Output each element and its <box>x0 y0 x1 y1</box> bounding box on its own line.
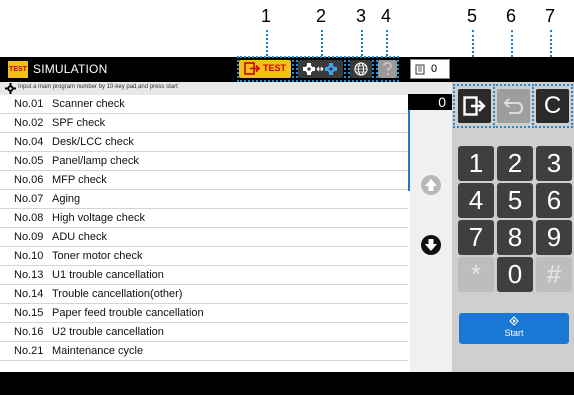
start-label: Start <box>504 328 524 338</box>
callout-box-7 <box>532 84 573 128</box>
settings-gear-icon <box>5 83 16 94</box>
callout-1: 1 <box>261 6 272 26</box>
program-name: Scanner check <box>52 98 125 110</box>
program-number: No.15 <box>14 307 44 319</box>
callout-line-2 <box>321 30 323 56</box>
list-item[interactable]: No.15 Paper feed trouble cancellation <box>0 304 408 323</box>
program-number: No.05 <box>14 155 44 167</box>
program-number: No.21 <box>14 345 44 357</box>
program-name: Maintenance cycle <box>52 345 144 357</box>
scroll-down-icon[interactable] <box>420 234 442 256</box>
callout-5: 5 <box>467 6 478 26</box>
counter-value: 0 <box>431 63 438 75</box>
counter-icon <box>415 64 425 75</box>
list-item[interactable]: No.05 Panel/lamp check <box>0 152 408 171</box>
list-item[interactable]: No.07 Aging <box>0 190 408 209</box>
key-2[interactable]: 2 <box>497 146 533 181</box>
program-number: No.13 <box>14 269 44 281</box>
callout-box-4 <box>376 56 399 82</box>
start-button[interactable]: Start <box>459 313 569 344</box>
list-item[interactable]: No.01 Scanner check <box>0 95 408 114</box>
key-0[interactable]: 0 <box>497 257 533 292</box>
program-number: No.04 <box>14 136 44 148</box>
program-number: No.02 <box>14 117 44 129</box>
program-number: No.14 <box>14 288 44 300</box>
instruction-text: Input a main program number by 10-key pa… <box>18 84 178 90</box>
key-9[interactable]: 9 <box>536 220 572 255</box>
list-item[interactable]: No.09 ADU check <box>0 228 408 247</box>
scroll-up-icon[interactable] <box>420 174 442 196</box>
key-star[interactable]: * <box>458 257 494 292</box>
key-3[interactable]: 3 <box>536 146 572 181</box>
callout-line-3 <box>361 30 363 56</box>
counter-box: 0 <box>410 59 450 79</box>
callout-box-1 <box>237 56 294 82</box>
program-name: U1 trouble cancellation <box>52 269 164 281</box>
program-number: No.01 <box>14 98 44 110</box>
callout-7: 7 <box>545 6 556 26</box>
program-number: No.08 <box>14 212 44 224</box>
list-item[interactable]: No.16 U2 trouble cancellation <box>0 323 408 342</box>
logo-icon: TEST <box>8 61 28 78</box>
program-number: No.09 <box>14 231 44 243</box>
start-icon <box>509 316 519 326</box>
program-name: U2 trouble cancellation <box>52 326 164 338</box>
program-name: Panel/lamp check <box>52 155 139 167</box>
callout-4: 4 <box>381 6 392 26</box>
callout-box-6 <box>493 84 534 128</box>
app-title: SIMULATION <box>33 62 108 76</box>
program-number: No.06 <box>14 174 44 186</box>
program-name: Aging <box>52 193 81 205</box>
key-5[interactable]: 5 <box>497 183 533 218</box>
program-name: Paper feed trouble cancellation <box>52 307 204 319</box>
footer-bar <box>0 372 574 395</box>
list-item[interactable]: No.13 U1 trouble cancellation <box>0 266 408 285</box>
callout-line-1 <box>266 30 268 56</box>
key-4[interactable]: 4 <box>458 183 494 218</box>
program-name: Trouble cancellation(other) <box>52 288 183 300</box>
list-item[interactable]: No.08 High voltage check <box>0 209 408 228</box>
callout-box-5 <box>453 84 495 128</box>
number-display: 0 <box>408 94 452 110</box>
program-name: ADU check <box>52 231 108 243</box>
callout-box-2 <box>296 56 346 82</box>
program-name: MFP check <box>52 174 107 186</box>
callout-2: 2 <box>316 6 327 26</box>
list-item[interactable]: No.04 Desk/LCC check <box>0 133 408 152</box>
key-6[interactable]: 6 <box>536 183 572 218</box>
list-item[interactable]: No.02 SPF check <box>0 114 408 133</box>
program-name: Toner motor check <box>52 250 143 262</box>
list-item[interactable]: No.06 MFP check <box>0 171 408 190</box>
key-hash[interactable]: # <box>536 257 572 292</box>
list-item[interactable]: No.21 Maintenance cycle <box>0 342 408 361</box>
callout-box-3 <box>348 56 374 82</box>
callout-6: 6 <box>506 6 517 26</box>
callout-3: 3 <box>356 6 367 26</box>
program-name: High voltage check <box>52 212 145 224</box>
key-7[interactable]: 7 <box>458 220 494 255</box>
list-item[interactable]: No.14 Trouble cancellation(other) <box>0 285 408 304</box>
key-8[interactable]: 8 <box>497 220 533 255</box>
program-name: Desk/LCC check <box>52 136 134 148</box>
program-name: SPF check <box>52 117 106 129</box>
program-number: No.07 <box>14 193 44 205</box>
callout-line-4 <box>386 30 388 56</box>
key-1[interactable]: 1 <box>458 146 494 181</box>
program-number: No.16 <box>14 326 44 338</box>
list-item[interactable]: No.10 Toner motor check <box>0 247 408 266</box>
program-number: No.10 <box>14 250 44 262</box>
